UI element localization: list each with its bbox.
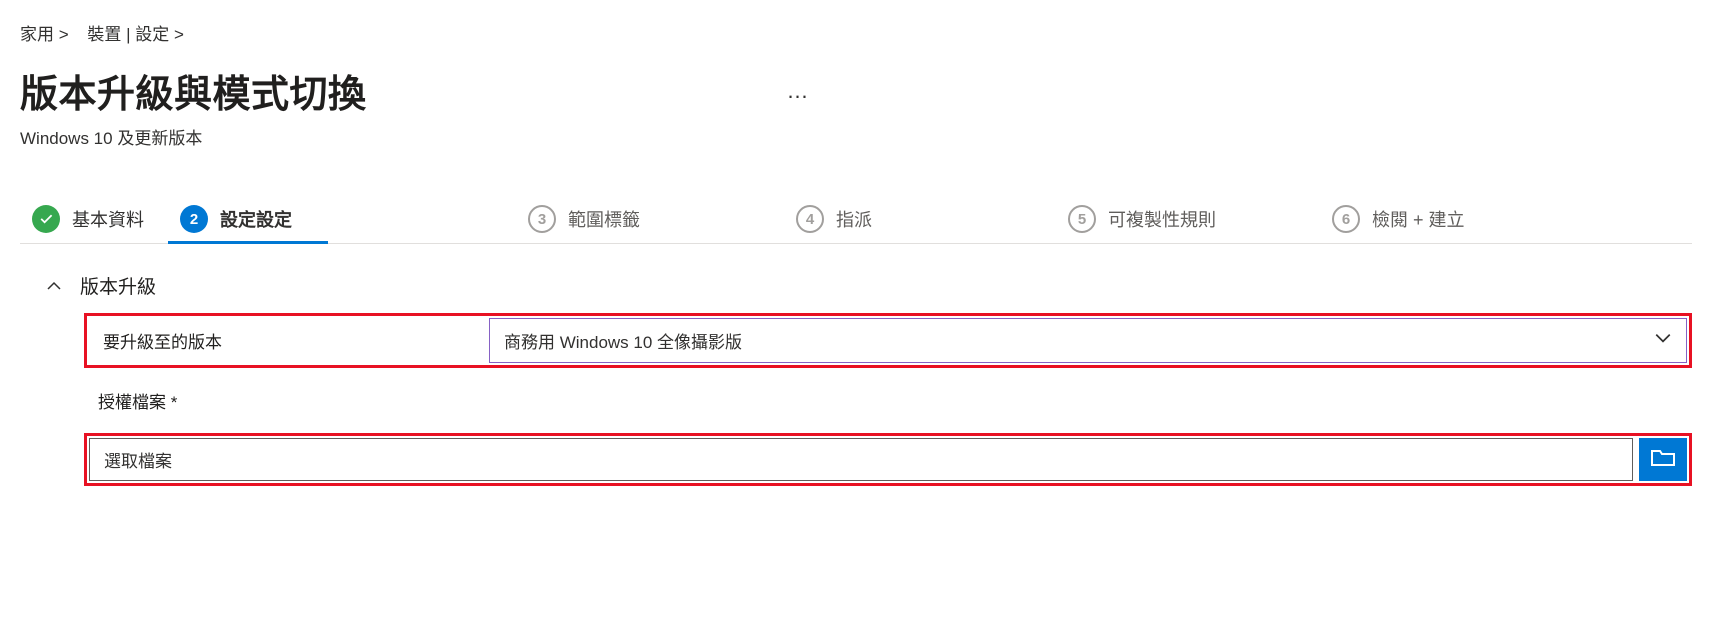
step-label: 範圍標籤 [568,206,640,232]
step-number-badge: 6 [1332,205,1360,233]
dropdown-value: 商務用 Windows 10 全像攝影版 [504,328,742,353]
breadcrumb-devices-settings[interactable]: 裝置 | 設定 > [87,25,184,44]
step-scope-tags[interactable]: 3 範圍標籤 [516,205,664,243]
step-label: 檢閱 + 建立 [1372,206,1465,232]
chevron-down-icon [1654,329,1672,352]
step-basics[interactable]: 基本資料 [20,205,168,243]
step-label: 指派 [836,206,872,232]
page-subtitle: Windows 10 及更新版本 [20,124,1692,149]
breadcrumb-home[interactable]: 家用 > [20,25,69,44]
page-title: 版本升級與模式切換 [20,63,367,118]
chevron-up-icon[interactable] [46,278,62,294]
step-review-create[interactable]: 6 檢閱 + 建立 [1320,205,1489,243]
edition-to-upgrade-label: 要升級至的版本 [89,318,489,363]
section-edition-upgrade: 版本升級 要升級至的版本 商務用 Windows 10 全像攝影版 授權檔案 *… [20,272,1692,486]
browse-file-button[interactable] [1639,438,1687,481]
step-configuration-settings[interactable]: 2 設定設定 [168,205,316,243]
breadcrumb: 家用 > 裝置 | 設定 > [20,20,1692,45]
step-number-badge: 3 [528,205,556,233]
check-icon [32,205,60,233]
step-applicability-rules[interactable]: 5 可複製性規則 [1056,205,1240,243]
step-assignments[interactable]: 4 指派 [784,205,896,243]
more-actions-button[interactable]: … [787,80,811,102]
edition-to-upgrade-dropdown[interactable]: 商務用 Windows 10 全像攝影版 [489,318,1687,363]
wizard-steps: 基本資料 2 設定設定 3 範圍標籤 4 指派 5 可複製性規則 6 檢閱 + … [20,205,1692,244]
section-title: 版本升級 [80,272,156,299]
license-file-input[interactable]: 選取檔案 [89,438,1633,481]
step-number-badge: 5 [1068,205,1096,233]
highlight-license-row: 選取檔案 [84,433,1692,486]
step-number-badge: 2 [180,205,208,233]
folder-icon [1651,447,1675,472]
step-label: 基本資料 [72,206,144,232]
step-number-badge: 4 [796,205,824,233]
step-label: 設定設定 [220,206,292,232]
highlight-edition-row: 要升級至的版本 商務用 Windows 10 全像攝影版 [84,313,1692,368]
license-file-label: 授權檔案 * [84,388,1692,413]
step-label: 可複製性規則 [1108,206,1216,232]
